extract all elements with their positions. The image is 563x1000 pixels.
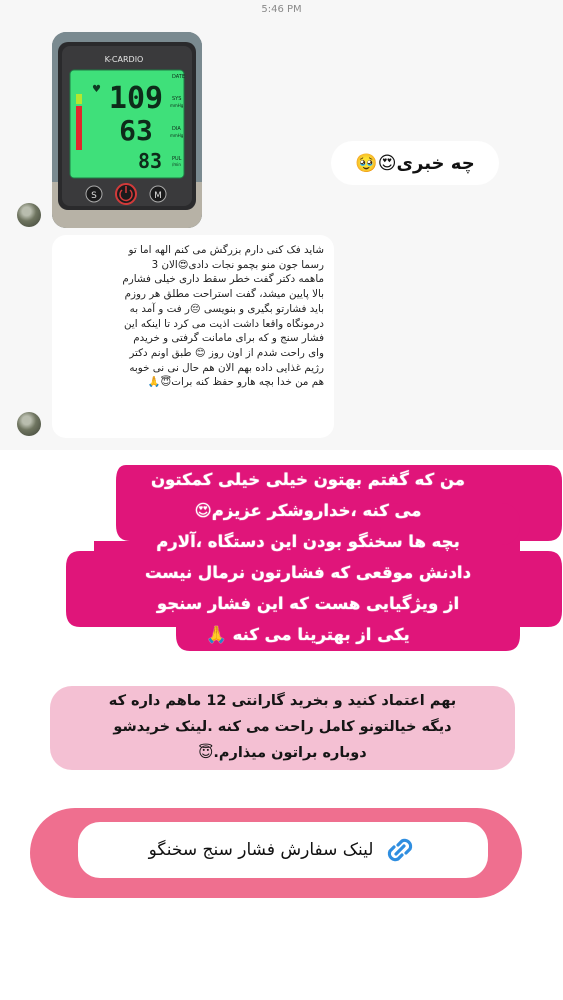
order-link-label[interactable]: لینک سفارش فشار سنج سخنگو	[149, 840, 374, 860]
systolic-value: 109	[109, 81, 163, 116]
device-brand: K-CARDIO	[105, 55, 144, 64]
blood-pressure-monitor-photo: K-CARDIO ♥ 109 63 83 DATE SYS mmHg DIA m…	[52, 32, 202, 228]
sender-avatar[interactable]	[17, 412, 41, 436]
link-icon	[388, 838, 413, 862]
sent-message-bubble[interactable]: چه خبری😍🥹	[331, 141, 499, 185]
label-dia-unit: mmHg	[170, 133, 184, 138]
pulse-value: 83	[138, 149, 162, 173]
order-link[interactable]: لینک سفارش فشار سنج سخنگو	[78, 822, 488, 878]
story-main-text: من که گفتم بهتون خیلی خیلی کمکتون می کنه…	[144, 470, 472, 644]
svg-text:♥: ♥	[92, 84, 101, 95]
chat-area: 5:46 PM K-CARDIO ♥ 109 63 83 DATE SYS mm…	[0, 0, 563, 450]
received-message-bubble[interactable]: شاید فک کنی دارم بزرگش می کنم الهه اما ت…	[52, 235, 334, 438]
label-pul-unit: /min	[172, 162, 181, 167]
diastolic-value: 63	[119, 114, 153, 147]
story-secondary-text: بهم اعتماد کنید و بخرید گارانتی 12 ماهم …	[50, 686, 515, 770]
photo-message[interactable]: K-CARDIO ♥ 109 63 83 DATE SYS mmHg DIA m…	[52, 32, 202, 228]
set-button-label: S	[91, 191, 97, 201]
sender-avatar[interactable]	[17, 203, 41, 227]
label-date: DATE	[172, 74, 185, 80]
label-sys: SYS	[172, 96, 181, 102]
message-timestamp: 5:46 PM	[261, 4, 302, 15]
memory-button-label: M	[154, 191, 162, 201]
label-sys-unit: mmHg	[170, 103, 184, 108]
link-sticker[interactable]: لینک سفارش فشار سنج سخنگو	[30, 808, 522, 898]
label-dia: DIA	[172, 126, 181, 132]
